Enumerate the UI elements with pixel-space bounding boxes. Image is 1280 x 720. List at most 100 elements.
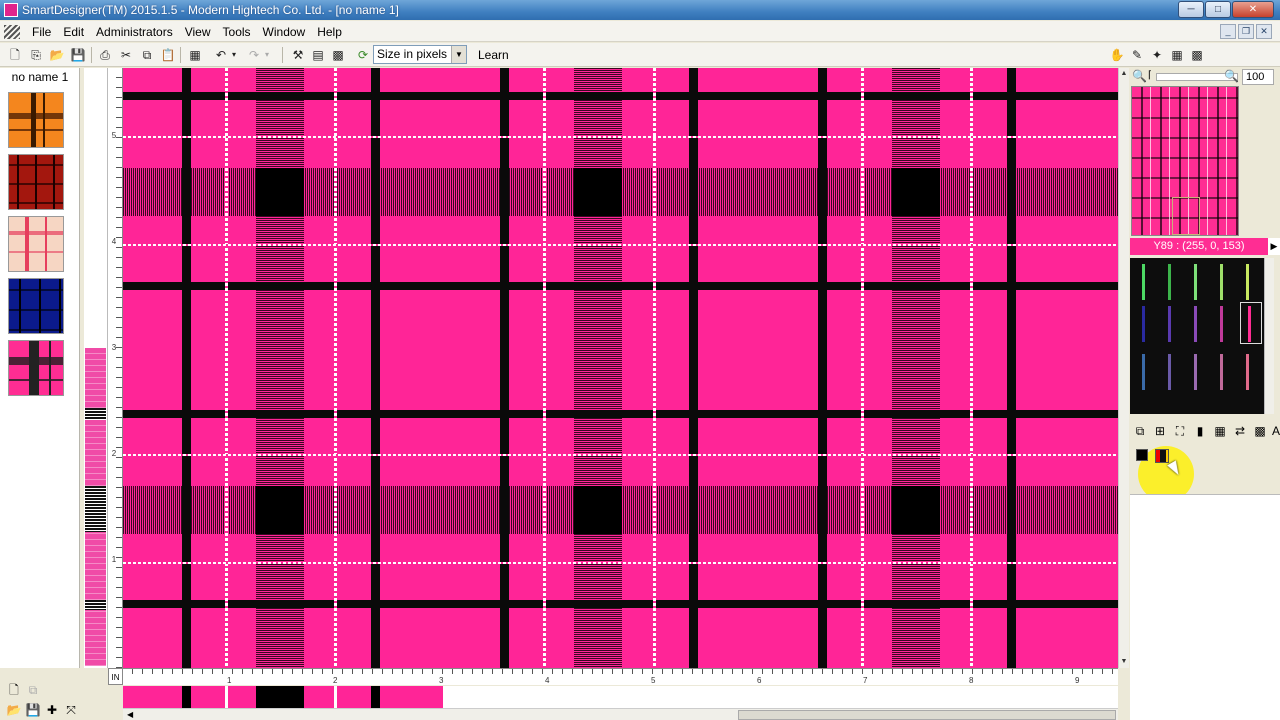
stripes-icon[interactable]: ▮ bbox=[1192, 423, 1208, 439]
yarn-swatch[interactable] bbox=[1168, 354, 1171, 390]
document-name[interactable]: no name 1 bbox=[0, 70, 80, 84]
refresh-icon[interactable]: ⟳ bbox=[354, 46, 372, 64]
expand-icon[interactable]: ⤧ bbox=[63, 702, 79, 718]
yarn-swatch[interactable] bbox=[1246, 354, 1249, 390]
paste-icon[interactable]: 📋 bbox=[159, 46, 177, 64]
save-icon[interactable]: 💾 bbox=[25, 702, 41, 718]
undo-dropdown-icon[interactable]: ▾ bbox=[229, 46, 239, 64]
chevron-right-icon[interactable]: ▶ bbox=[1268, 238, 1280, 255]
minimize-button[interactable]: ─ bbox=[1178, 1, 1204, 18]
menu-bar: File Edit Administrators View Tools Wind… bbox=[0, 21, 1280, 42]
copy-icon[interactable]: ⧉ bbox=[138, 46, 156, 64]
grid-select-icon[interactable]: ⊞ bbox=[1152, 423, 1168, 439]
pattern-icon[interactable]: ▦ bbox=[1168, 46, 1186, 64]
doc-restore-button[interactable]: ❐ bbox=[1238, 24, 1254, 39]
text-tool-icon[interactable]: A bbox=[1272, 423, 1280, 439]
redo-icon[interactable]: ↷ bbox=[245, 46, 263, 64]
fill-bucket-icon[interactable]: ⛶ bbox=[1172, 423, 1188, 439]
menu-window[interactable]: Window bbox=[257, 24, 312, 40]
new-page-icon[interactable]: 🗋 bbox=[6, 682, 22, 698]
scroll-down-icon[interactable]: ▼ bbox=[1119, 656, 1129, 668]
thumbnail-pink-plaid[interactable] bbox=[8, 340, 64, 396]
yarn-swatch[interactable] bbox=[1194, 306, 1197, 342]
swap-colors-icon[interactable]: ⇄ bbox=[1232, 423, 1248, 439]
menu-edit[interactable]: Edit bbox=[57, 24, 90, 40]
cut-icon[interactable]: ✂ bbox=[117, 46, 135, 64]
selected-yarn-swatch[interactable] bbox=[1240, 302, 1262, 344]
canvas-vertical-scrollbar[interactable]: ▲ ▼ bbox=[1118, 68, 1129, 668]
toolbar-grip-icon[interactable] bbox=[4, 25, 20, 39]
new-template-icon[interactable]: ⎘ bbox=[27, 46, 45, 64]
warp-black-line bbox=[500, 68, 509, 668]
menu-file[interactable]: File bbox=[26, 24, 57, 40]
checker-icon[interactable]: ▩ bbox=[1188, 46, 1206, 64]
menu-view[interactable]: View bbox=[179, 24, 217, 40]
navigator-preview[interactable] bbox=[1131, 86, 1239, 236]
select-shapes-icon[interactable]: ⧉ bbox=[1132, 423, 1148, 439]
redo-dropdown-icon[interactable]: ▾ bbox=[262, 46, 272, 64]
canvas-horizontal-scrollbar[interactable]: ◀ bbox=[123, 708, 1118, 720]
new-file-icon[interactable]: 🗋 bbox=[6, 46, 24, 64]
warp-color-strip[interactable] bbox=[123, 686, 443, 708]
eyedropper-icon[interactable]: ✎ bbox=[1128, 46, 1146, 64]
scroll-left-icon[interactable]: ◀ bbox=[127, 709, 133, 720]
weft-color-strip[interactable] bbox=[84, 68, 108, 668]
zoom-in-icon[interactable]: 🔍 bbox=[1224, 69, 1239, 83]
doc-close-button[interactable]: ✕ bbox=[1256, 24, 1272, 39]
maximize-button[interactable]: □ bbox=[1205, 1, 1231, 18]
chevron-down-icon[interactable]: ▼ bbox=[451, 46, 466, 63]
open-folder-icon[interactable]: 📂 bbox=[48, 46, 66, 64]
undo-icon[interactable]: ↶ bbox=[212, 46, 230, 64]
yarn-swatch[interactable] bbox=[1220, 306, 1223, 342]
yarn-swatch[interactable] bbox=[1168, 306, 1171, 342]
color-swap-icon[interactable] bbox=[1155, 449, 1169, 463]
color-mix-icon[interactable]: ▦ bbox=[1212, 423, 1228, 439]
yarn-swatch[interactable] bbox=[1194, 354, 1197, 390]
yarn-color-palette[interactable] bbox=[1130, 258, 1264, 414]
hand-icon[interactable]: ✋ bbox=[1108, 46, 1126, 64]
save-icon[interactable]: 💾 bbox=[69, 46, 87, 64]
yarn-swatch[interactable] bbox=[1168, 264, 1171, 300]
size-unit-select[interactable]: Size in pixels ▼ bbox=[373, 45, 467, 64]
yarn-swatch[interactable] bbox=[1220, 354, 1223, 390]
thumbnail-cream-plaid[interactable] bbox=[8, 216, 64, 272]
doc-minimize-button[interactable]: _ bbox=[1220, 24, 1236, 39]
yarn-swatch[interactable] bbox=[1246, 264, 1249, 300]
warp-white-line bbox=[334, 68, 337, 668]
color-stripes-icon[interactable]: ▤ bbox=[309, 46, 327, 64]
scrollbar-thumb[interactable] bbox=[738, 710, 1116, 720]
weave-tool-icon[interactable]: ⚒ bbox=[289, 46, 307, 64]
menu-tools[interactable]: Tools bbox=[217, 24, 257, 40]
ruler-unit: IN bbox=[108, 668, 123, 685]
weft-black-line bbox=[123, 410, 1118, 418]
yarn-swatch[interactable] bbox=[1194, 264, 1197, 300]
menu-administrators[interactable]: Administrators bbox=[90, 24, 179, 40]
learn-button[interactable]: Learn bbox=[478, 48, 509, 62]
grid-view-icon[interactable]: ▦ bbox=[186, 46, 204, 64]
zoom-value-field[interactable]: 100 bbox=[1242, 69, 1274, 85]
warp-stripe bbox=[574, 68, 622, 668]
palette-scrollbar[interactable] bbox=[1264, 258, 1274, 414]
yarn-swatch[interactable] bbox=[1142, 306, 1145, 342]
foreground-color-swatch[interactable] bbox=[1136, 449, 1148, 461]
zoom-out-icon[interactable]: 🔍 bbox=[1132, 69, 1147, 83]
thumbnail-blue-plaid[interactable] bbox=[8, 278, 64, 334]
thumbnail-red-plaid[interactable] bbox=[8, 154, 64, 210]
pattern-fill-icon[interactable]: ▩ bbox=[1252, 423, 1268, 439]
magic-wand-icon[interactable]: ✦ bbox=[1148, 46, 1166, 64]
open-folder-icon[interactable]: 📂 bbox=[6, 702, 22, 718]
scroll-up-icon[interactable]: ▲ bbox=[1119, 68, 1129, 80]
close-button[interactable]: ✕ bbox=[1232, 1, 1274, 18]
copy-page-icon[interactable]: ⧉ bbox=[25, 682, 41, 698]
thumbnail-orange-plaid[interactable] bbox=[8, 92, 64, 148]
add-icon[interactable]: ✚ bbox=[44, 702, 60, 718]
menu-help[interactable]: Help bbox=[311, 24, 348, 40]
warp-strip-empty[interactable] bbox=[443, 686, 1118, 708]
yarn-swatch[interactable] bbox=[1142, 264, 1145, 300]
yarn-swatch[interactable] bbox=[1142, 354, 1145, 390]
navigator-viewport[interactable] bbox=[1172, 197, 1200, 235]
yarn-swatch[interactable] bbox=[1220, 264, 1223, 300]
fabric-design-canvas[interactable] bbox=[123, 68, 1118, 668]
hd-view-icon[interactable]: ▩ bbox=[329, 46, 347, 64]
print-icon[interactable]: ⎙ bbox=[96, 46, 114, 64]
